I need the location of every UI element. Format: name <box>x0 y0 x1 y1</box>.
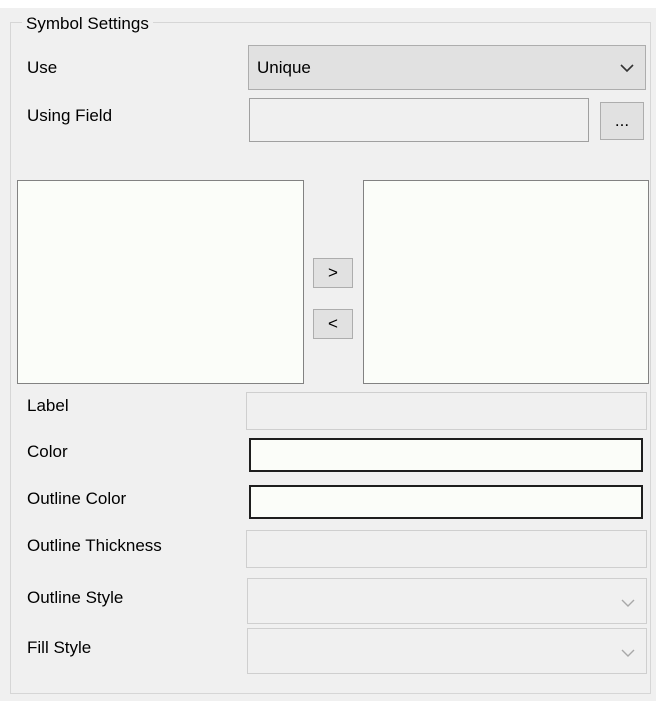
color-label: Color <box>27 442 68 461</box>
available-values-list[interactable] <box>17 180 304 384</box>
browse-field-button[interactable]: ... <box>600 102 644 140</box>
top-strip <box>0 0 656 8</box>
label-input[interactable] <box>246 392 647 430</box>
outline-color-label: Outline Color <box>27 489 127 508</box>
use-label: Use <box>27 58 58 77</box>
use-dropdown-value: Unique <box>257 58 311 77</box>
fill-style-label: Fill Style <box>27 638 92 657</box>
using-field-input[interactable] <box>249 98 589 142</box>
outline-thickness-label: Outline Thickness <box>27 536 162 555</box>
label-label: Label <box>27 396 69 415</box>
fill-style-dropdown[interactable] <box>247 628 647 674</box>
using-field-label: Using Field <box>27 106 113 125</box>
outline-style-dropdown[interactable] <box>247 578 647 624</box>
outline-style-label: Outline Style <box>27 588 124 607</box>
chevron-down-icon <box>621 599 635 607</box>
use-dropdown[interactable]: Unique <box>248 45 646 90</box>
color-swatch[interactable] <box>249 438 643 472</box>
outline-color-swatch[interactable] <box>249 485 643 519</box>
remove-value-button[interactable]: < <box>313 309 353 339</box>
selected-values-list[interactable] <box>363 180 649 384</box>
chevron-down-icon <box>621 649 635 657</box>
add-value-button[interactable]: > <box>313 258 353 288</box>
symbol-settings-panel: Symbol Settings Use Unique Using Field .… <box>0 0 656 701</box>
group-title: Symbol Settings <box>22 14 153 34</box>
outline-thickness-input[interactable] <box>246 530 647 568</box>
chevron-down-icon <box>620 64 634 73</box>
